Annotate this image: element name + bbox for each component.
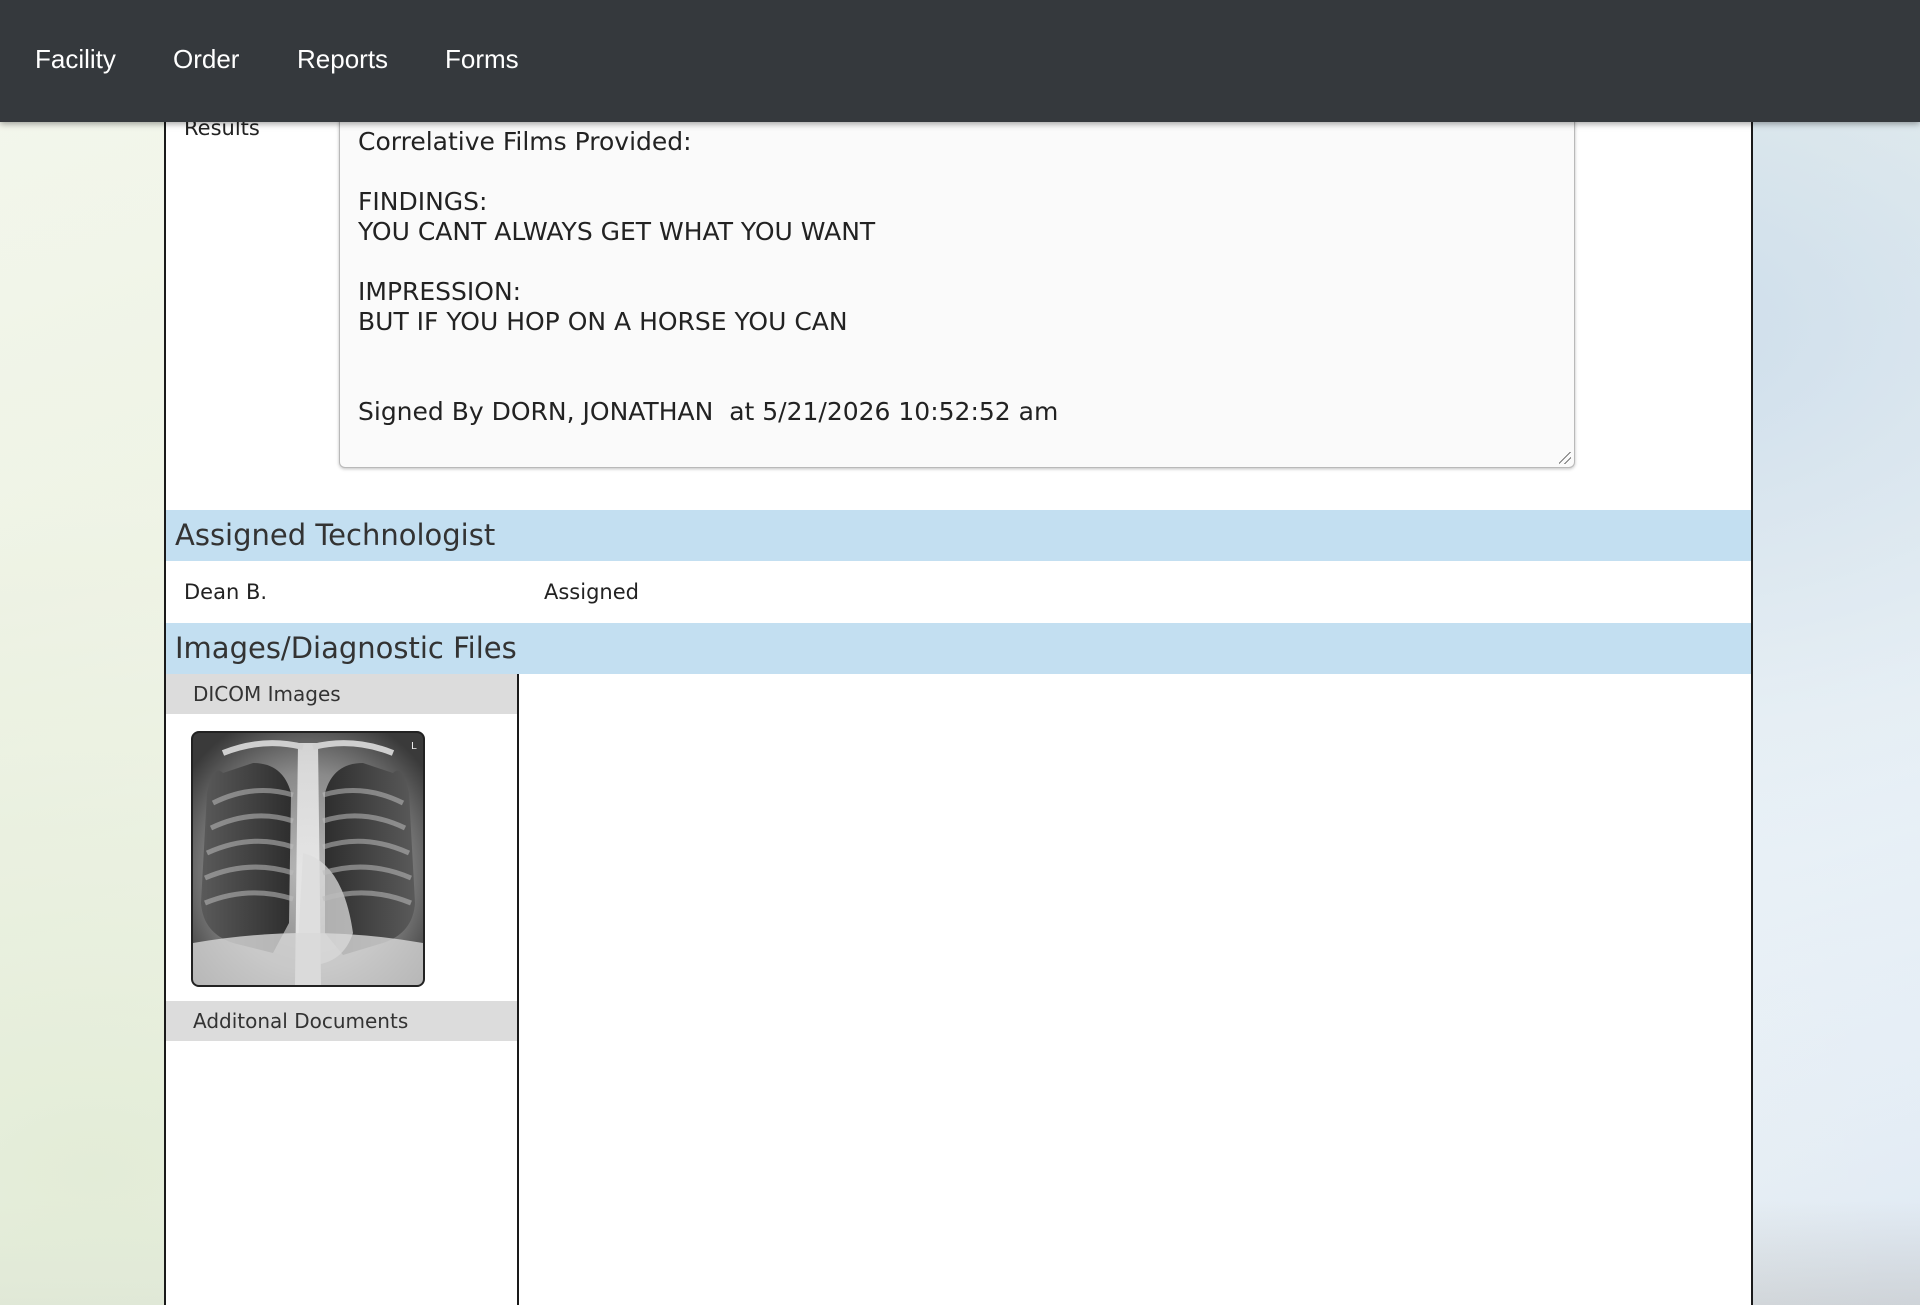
additional-documents-subheader: Additonal Documents	[166, 1001, 517, 1041]
report-line	[358, 157, 1556, 187]
thumbnail-side-marker: L	[411, 741, 417, 752]
report-line: Correlative Films Provided:	[358, 127, 692, 156]
report-line	[358, 247, 1556, 277]
report-line	[358, 367, 1556, 397]
results-report-textarea[interactable]: Correlative Films Provided: FINDINGS: YO…	[339, 110, 1575, 468]
technologist-name: Dean B.	[184, 580, 268, 604]
report-line: BUT IF YOU HOP ON A HORSE YOU CAN	[358, 307, 848, 336]
order-detail-panel: Results Correlative Films Provided: FIND…	[164, 0, 1753, 1305]
report-line: IMPRESSION:	[358, 277, 522, 306]
report-line	[358, 337, 1556, 367]
chest-xray-image: L	[193, 733, 423, 985]
technologist-status: Assigned	[544, 580, 639, 604]
nav-order[interactable]: Order	[173, 44, 239, 75]
nav-facility[interactable]: Facility	[35, 44, 116, 75]
files-sidebar: DICOM Images L Additonal Documents	[166, 674, 519, 1305]
images-diagnostic-files-header: Images/Diagnostic Files	[166, 623, 1751, 674]
nav-forms[interactable]: Forms	[445, 44, 519, 75]
report-line: FINDINGS:	[358, 187, 488, 216]
nav-reports[interactable]: Reports	[297, 44, 388, 75]
report-line: Signed By DORN, JONATHAN at 5/21/2026 10…	[358, 397, 1059, 426]
report-line: YOU CANT ALWAYS GET WHAT YOU WANT	[358, 217, 876, 246]
dicom-thumbnail[interactable]: L	[193, 733, 423, 985]
dicom-images-subheader: DICOM Images	[166, 674, 517, 714]
textarea-resize-handle[interactable]	[1559, 452, 1571, 464]
top-navbar: Facility Order Reports Forms	[0, 0, 1920, 122]
assigned-technologist-header: Assigned Technologist	[166, 510, 1751, 561]
